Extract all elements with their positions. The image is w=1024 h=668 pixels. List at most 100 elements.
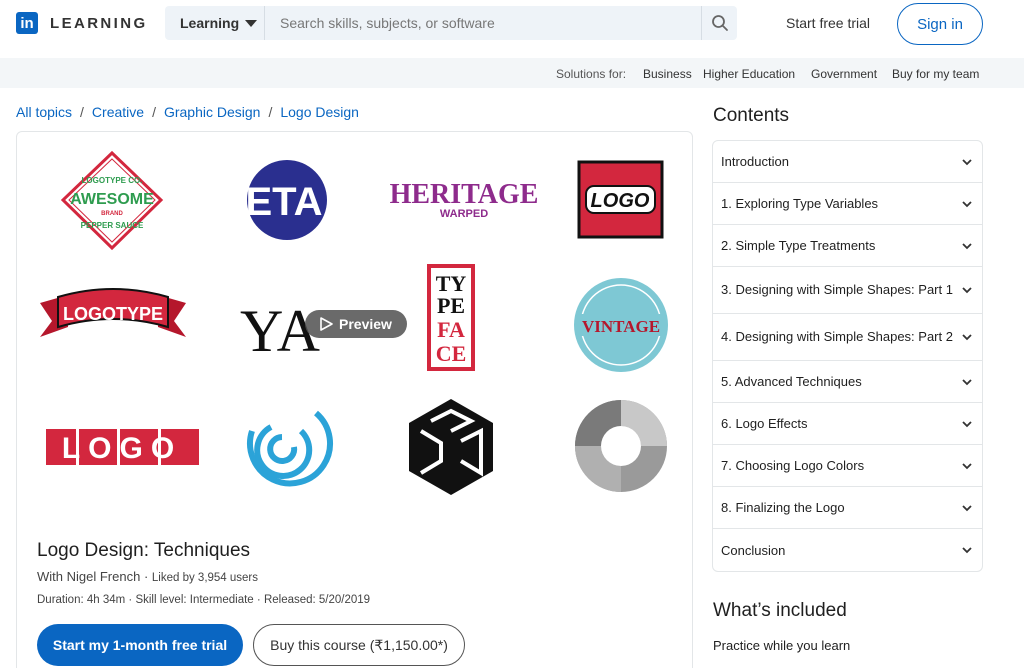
search-scope-label: Learning [180, 15, 240, 31]
toc-item-chapter-1[interactable]: 1. Exploring Type Variables [713, 183, 982, 225]
start-free-trial-link[interactable]: Start free trial [786, 15, 870, 31]
dot-separator: · [256, 594, 264, 606]
breadcrumb-creative[interactable]: Creative [92, 104, 144, 120]
solutions-link-buy-for-team[interactable]: Buy for my team [892, 67, 979, 81]
logo-text: WARPED [440, 208, 488, 220]
logo-blocks-image: LOGO [46, 429, 199, 465]
logo-text: LOGO [62, 432, 182, 465]
toc-item-chapter-4[interactable]: 4. Designing with Simple Shapes: Part 2 [713, 314, 982, 361]
toc-item-introduction[interactable]: Introduction [713, 141, 982, 183]
chevron-down-icon [962, 420, 972, 427]
toc-item-chapter-7[interactable]: 7. Choosing Logo Colors [713, 445, 982, 487]
toc-item-label: 3. Designing with Simple Shapes: Part 1 [721, 282, 953, 297]
whats-included-heading: What’s included [713, 600, 847, 621]
chevron-down-icon [962, 504, 972, 511]
play-icon [320, 317, 333, 331]
logo-text: BRAND [101, 211, 123, 217]
course-likes: Liked by 3,954 users [151, 572, 259, 584]
toc-item-chapter-5[interactable]: 5. Advanced Techniques [713, 361, 982, 403]
dot-separator: · [143, 569, 152, 584]
chevron-down-icon [962, 462, 972, 469]
toc-item-label: 7. Choosing Logo Colors [721, 458, 865, 473]
contents-list: Introduction 1. Exploring Type Variables… [712, 140, 983, 572]
logo-text: AWESOME [70, 191, 154, 208]
logotype-ribbon-image: LOGOTYPE [40, 288, 186, 337]
grey-swirl-logo-image [575, 400, 667, 492]
toc-item-chapter-2[interactable]: 2. Simple Type Treatments [713, 225, 982, 267]
logo-text: ETA [245, 180, 322, 224]
caret-down-icon [245, 19, 258, 27]
toc-item-chapter-3[interactable]: 3. Designing with Simple Shapes: Part 1 [713, 267, 982, 314]
awesome-logo-image: LOGOTYPE CO. AWESOME BRAND PEPPER SAUCE [60, 150, 164, 251]
toc-item-label: 8. Finalizing the Logo [721, 500, 845, 515]
chevron-down-icon [962, 334, 972, 341]
toc-item-label: 2. Simple Type Treatments [721, 238, 876, 253]
eta-logo-image: ETA [245, 160, 327, 240]
toc-item-label: Introduction [721, 154, 789, 169]
logo-text: PE [437, 293, 465, 318]
preview-button[interactable]: Preview [305, 310, 407, 338]
logo-text: PEPPER SAUCE [81, 221, 144, 230]
toc-item-conclusion[interactable]: Conclusion [713, 529, 982, 571]
chevron-down-icon [962, 378, 972, 385]
search-input[interactable] [265, 6, 701, 40]
course-meta: Duration: 4h 34m · Skill level: Intermed… [37, 594, 370, 606]
breadcrumb-separator: / [80, 104, 84, 120]
logo-text: VINTAGE [582, 317, 660, 336]
logo-text: HERITAGE [390, 179, 539, 210]
breadcrumb-separator: / [268, 104, 273, 120]
solutions-link-business[interactable]: Business [643, 67, 692, 81]
contents-heading: Contents [713, 105, 790, 126]
vintage-badge-image: VINTAGE [574, 278, 668, 372]
practice-label: Practice while you learn [713, 638, 851, 653]
chevron-down-icon [962, 158, 972, 165]
search-bar: Learning [165, 6, 737, 40]
sign-in-button[interactable]: Sign in [897, 3, 983, 45]
logo-text: CE [436, 341, 467, 366]
buy-course-button[interactable]: Buy this course (₹1,150.00*) [253, 624, 465, 666]
logo-text: FA [437, 317, 465, 342]
logo-box-image: LOGO [577, 160, 664, 239]
search-icon [711, 15, 728, 31]
heritage-logo-image: HERITAGE WARPED [390, 179, 539, 220]
typeface-logo-image: TY PE FA CE [427, 264, 475, 371]
toc-item-chapter-8[interactable]: 8. Finalizing the Logo [713, 487, 982, 529]
toc-item-label: 6. Logo Effects [721, 416, 808, 431]
breadcrumb-all-topics[interactable]: All topics [16, 104, 72, 120]
breadcrumb: All topics / Creative / Graphic Design /… [16, 104, 359, 120]
logo-text: LOGOTYPE [63, 304, 163, 324]
start-trial-button[interactable]: Start my 1-month free trial [37, 624, 243, 666]
course-duration: Duration: 4h 34m [37, 594, 126, 606]
header: in LEARNING Learning Start free trial Si… [0, 0, 1024, 58]
chevron-down-icon [962, 200, 972, 207]
solutions-label: Solutions for: [556, 67, 627, 81]
solutions-bar: Solutions for: Business Higher Education… [0, 58, 1024, 88]
search-scope-dropdown[interactable]: Learning [165, 6, 265, 40]
breadcrumb-graphic-design[interactable]: Graphic Design [164, 104, 261, 120]
breadcrumb-separator: / [152, 104, 156, 120]
toc-item-label: 4. Designing with Simple Shapes: Part 2 [721, 329, 953, 344]
logo-text: LOGO [591, 190, 650, 212]
linkedin-logo[interactable]: in [16, 12, 38, 34]
breadcrumb-logo-design[interactable]: Logo Design [280, 104, 359, 120]
chevron-down-icon [962, 547, 972, 554]
toc-item-chapter-6[interactable]: 6. Logo Effects [713, 403, 982, 445]
toc-item-label: 1. Exploring Type Variables [721, 196, 879, 211]
solutions-link-higher-education[interactable]: Higher Education [703, 67, 795, 81]
logo-text: LOGOTYPE CO. [82, 176, 143, 185]
chevron-down-icon [962, 287, 972, 294]
course-skill-level: Skill level: Intermediate [135, 594, 254, 606]
course-released: Released: 5/20/2019 [263, 594, 371, 606]
blue-rings-logo-image [247, 410, 333, 487]
toc-item-label: Conclusion [721, 542, 786, 558]
preview-label: Preview [339, 316, 392, 332]
course-byline: With Nigel French · Liked by 3,954 users [37, 569, 258, 584]
learning-wordmark[interactable]: LEARNING [50, 15, 148, 32]
course-title: Logo Design: Techniques [37, 540, 251, 561]
toc-item-label: 5. Advanced Techniques [721, 374, 862, 389]
solutions-link-government[interactable]: Government [811, 67, 877, 81]
course-author[interactable]: With Nigel French [37, 569, 140, 584]
maze-cube-logo-image [409, 399, 493, 495]
chevron-down-icon [962, 242, 972, 249]
search-button[interactable] [701, 6, 737, 40]
